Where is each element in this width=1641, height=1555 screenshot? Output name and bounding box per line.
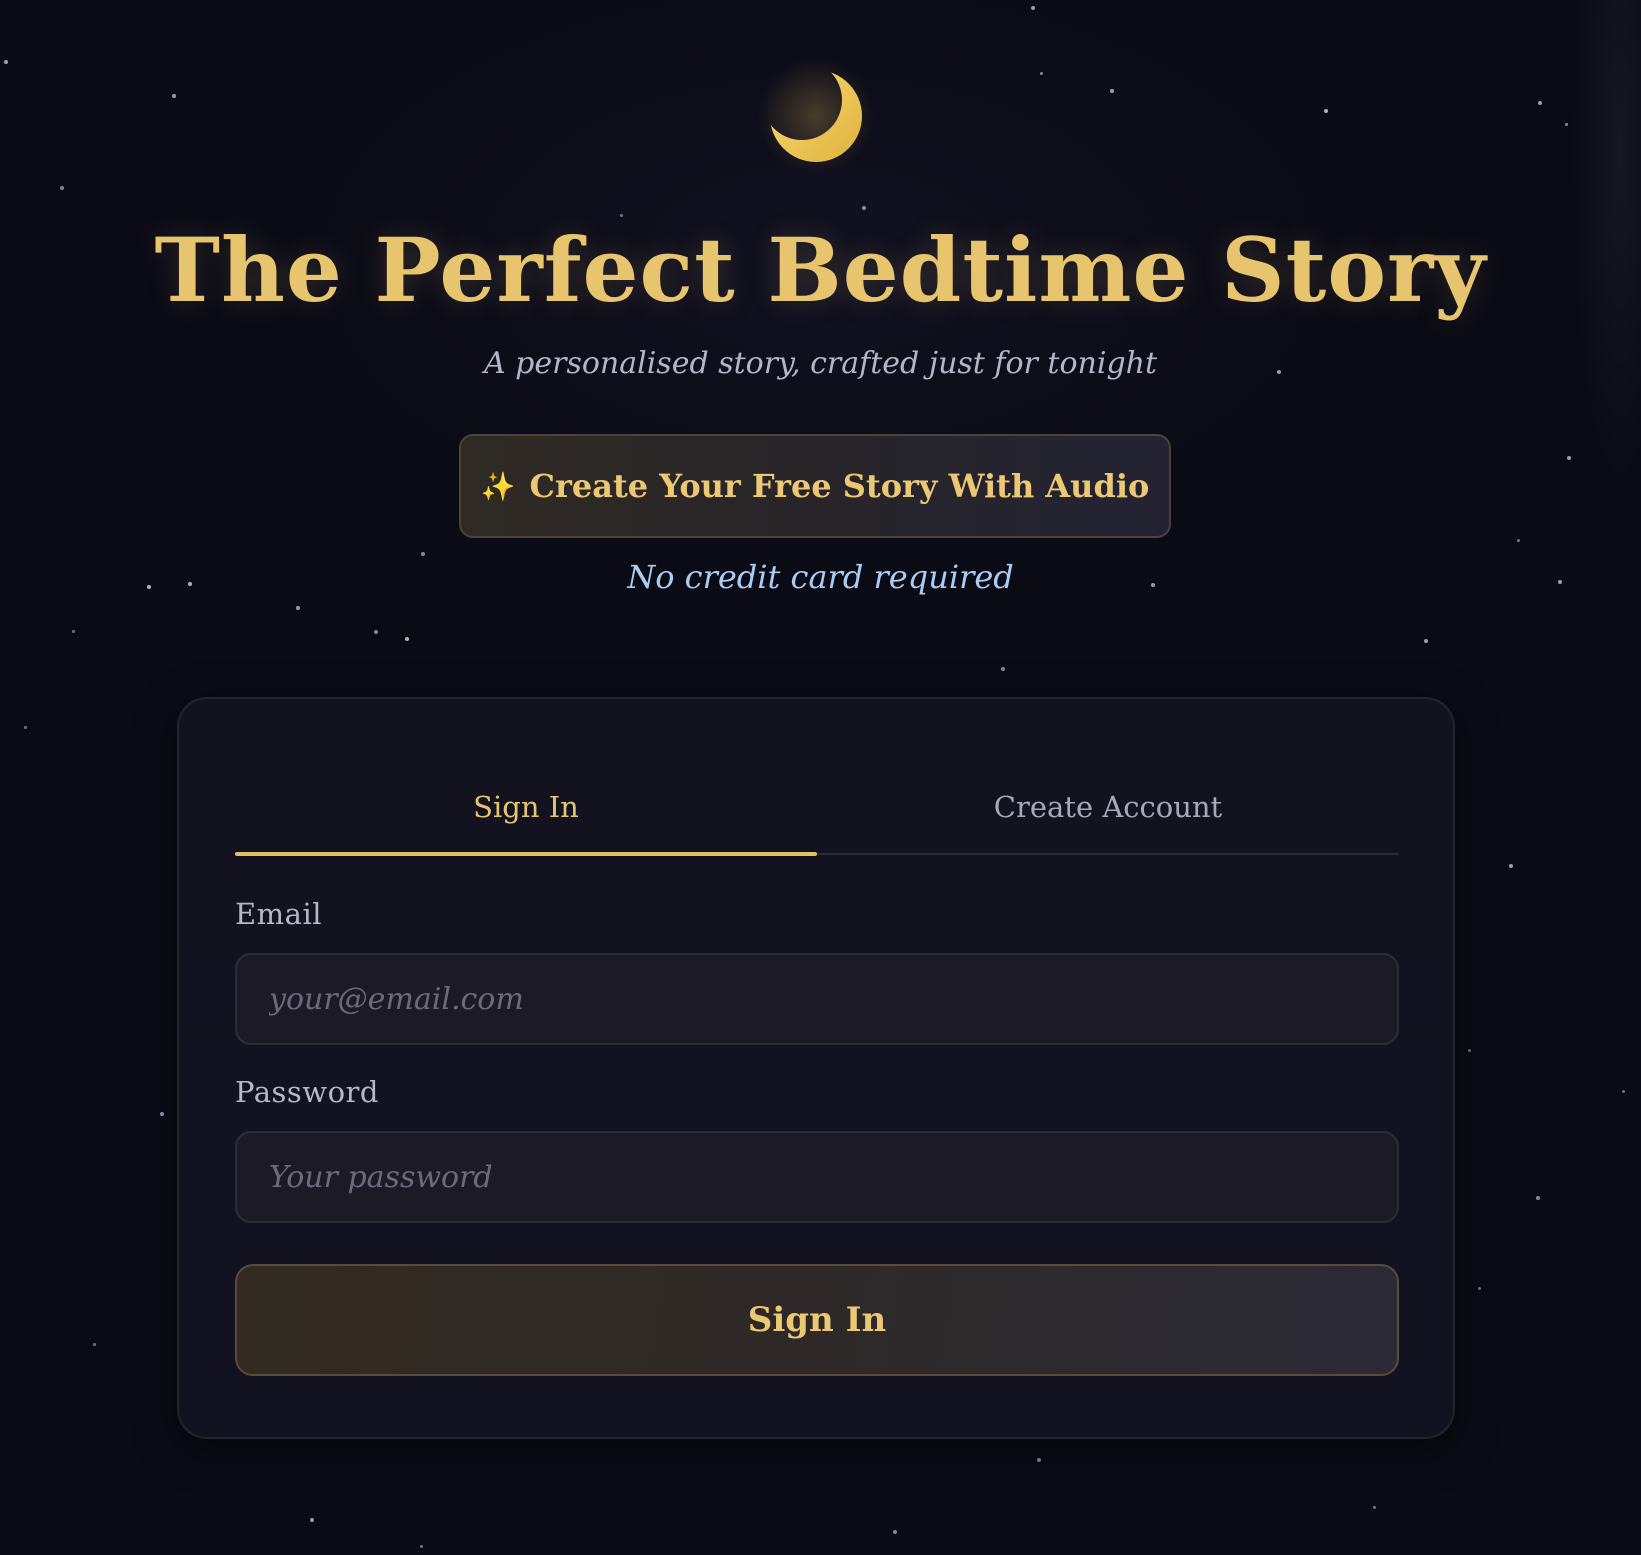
tab-sign-in[interactable]: Sign In (235, 767, 817, 856)
sparkles-icon: ✨ (480, 469, 516, 503)
page: The Perfect Bedtime Story A personalised… (0, 0, 1641, 1555)
page-title: The Perfect Bedtime Story (154, 218, 1487, 322)
create-free-story-label: Create Your Free Story With Audio (529, 467, 1150, 505)
sign-in-button[interactable]: Sign In (235, 1264, 1399, 1376)
auth-card: Sign In Create Account Email Password Si… (177, 697, 1455, 1439)
create-free-story-button[interactable]: ✨ Create Your Free Story With Audio (459, 434, 1171, 538)
email-field[interactable] (235, 953, 1399, 1045)
email-label: Email (235, 897, 323, 931)
password-label: Password (235, 1075, 379, 1109)
no-credit-card-note: No credit card required (627, 558, 1014, 596)
tab-create-account[interactable]: Create Account (817, 767, 1399, 853)
page-subtitle: A personalised story, crafted just for t… (483, 346, 1158, 381)
password-field[interactable] (235, 1131, 1399, 1223)
crescent-moon-icon (758, 58, 874, 174)
auth-tabs: Sign In Create Account (235, 767, 1399, 856)
